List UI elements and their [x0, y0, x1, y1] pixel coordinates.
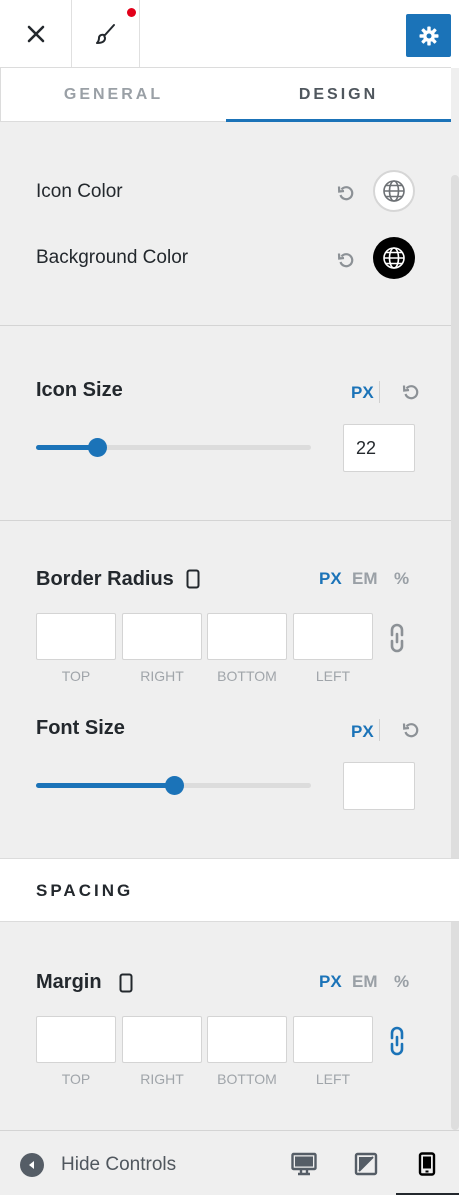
border-radius-label: Border Radius: [36, 568, 174, 590]
margin-bottom-label: BOTTOM: [217, 1071, 277, 1087]
mobile-preview-button[interactable]: [412, 1149, 442, 1179]
globe-icon: [383, 247, 405, 269]
unit-separator: [379, 381, 380, 403]
style-button[interactable]: [72, 0, 140, 68]
close-icon: [27, 25, 44, 43]
border-radius-right-label: RIGHT: [140, 668, 184, 684]
reset-icon: [402, 723, 419, 738]
margin-left-input[interactable]: [293, 1016, 373, 1063]
unit-separator: [379, 719, 380, 741]
reset-icon: [337, 253, 354, 268]
paintbrush-icon: [95, 24, 115, 44]
mobile-icon: [418, 1152, 436, 1176]
desktop-icon: [291, 1152, 317, 1176]
collapse-left-icon: [29, 1161, 34, 1169]
slider-thumb[interactable]: [87, 438, 107, 457]
margin-bottom-input[interactable]: [207, 1016, 287, 1063]
margin-top-input[interactable]: [36, 1016, 116, 1063]
border-radius-unit-px[interactable]: PX: [319, 569, 342, 589]
footer-bar: Hide Controls: [0, 1130, 459, 1195]
border-radius-bottom-input[interactable]: [207, 613, 287, 660]
background-color-picker[interactable]: [373, 237, 415, 279]
border-radius-top-input[interactable]: [36, 613, 116, 660]
margin-left-label: LEFT: [315, 1071, 351, 1087]
tablet-icon: [354, 1152, 378, 1176]
reset-icon: [402, 385, 419, 400]
tab-general[interactable]: GENERAL: [1, 68, 226, 121]
scrollbar[interactable]: [451, 175, 459, 1130]
margin-link-button[interactable]: [386, 1024, 408, 1058]
tab-design[interactable]: DESIGN: [226, 68, 451, 122]
border-radius-left-input[interactable]: [293, 613, 373, 660]
link-icon: [390, 1026, 404, 1056]
margin-top-label: TOP: [61, 1071, 91, 1087]
spacing-section-header[interactable]: SPACING: [0, 858, 459, 922]
mobile-device-icon[interactable]: [186, 569, 200, 589]
slider-thumb[interactable]: [164, 776, 184, 795]
slider-fill: [36, 783, 174, 788]
margin-unit-em[interactable]: EM: [352, 972, 378, 992]
font-size-label: Font Size: [36, 717, 125, 739]
icon-size-unit-px[interactable]: PX: [351, 383, 374, 403]
border-radius-right-input[interactable]: [122, 613, 202, 660]
icon-size-label: Icon Size: [36, 379, 123, 401]
mobile-device-icon[interactable]: [119, 973, 133, 993]
border-radius-link-button[interactable]: [386, 621, 408, 655]
hide-controls-button[interactable]: [20, 1153, 44, 1177]
border-radius-left-label: LEFT: [315, 668, 351, 684]
margin-right-label: RIGHT: [140, 1071, 184, 1087]
icon-color-reset-button[interactable]: [335, 182, 357, 204]
font-size-reset-button[interactable]: [400, 719, 422, 741]
settings-button[interactable]: [406, 14, 451, 57]
margin-unit-percent[interactable]: %: [394, 972, 409, 992]
font-size-unit-px[interactable]: PX: [351, 722, 374, 742]
font-size-input[interactable]: [343, 762, 415, 810]
background-color-reset-button[interactable]: [335, 249, 357, 271]
margin-label: Margin: [36, 971, 102, 993]
border-radius-unit-percent[interactable]: %: [394, 569, 409, 589]
border-radius-top-label: TOP: [61, 668, 91, 684]
reset-icon: [337, 186, 354, 201]
desktop-preview-button[interactable]: [289, 1149, 319, 1179]
font-size-slider[interactable]: [36, 776, 311, 795]
hide-controls-label[interactable]: Hide Controls: [61, 1154, 176, 1176]
spacing-heading: SPACING: [36, 881, 134, 900]
gear-icon: [419, 26, 438, 45]
icon-size-reset-button[interactable]: [400, 381, 422, 403]
margin-unit-px[interactable]: PX: [319, 972, 342, 992]
notification-dot: [127, 8, 136, 17]
icon-color-picker[interactable]: [373, 170, 415, 212]
link-icon: [390, 623, 404, 653]
top-toolbar: [0, 0, 459, 68]
icon-size-slider[interactable]: [36, 438, 311, 457]
margin-right-input[interactable]: [122, 1016, 202, 1063]
divider: [0, 325, 451, 326]
border-radius-unit-em[interactable]: EM: [352, 569, 378, 589]
border-radius-bottom-label: BOTTOM: [217, 668, 277, 684]
tab-bar: GENERAL DESIGN: [0, 67, 451, 122]
tablet-preview-button[interactable]: [351, 1149, 381, 1179]
background-color-label: Background Color: [36, 247, 189, 268]
icon-size-input[interactable]: 22: [343, 424, 415, 472]
globe-icon: [383, 180, 405, 202]
icon-color-label: Icon Color: [36, 181, 123, 202]
close-button[interactable]: [0, 0, 72, 68]
divider: [0, 520, 451, 521]
